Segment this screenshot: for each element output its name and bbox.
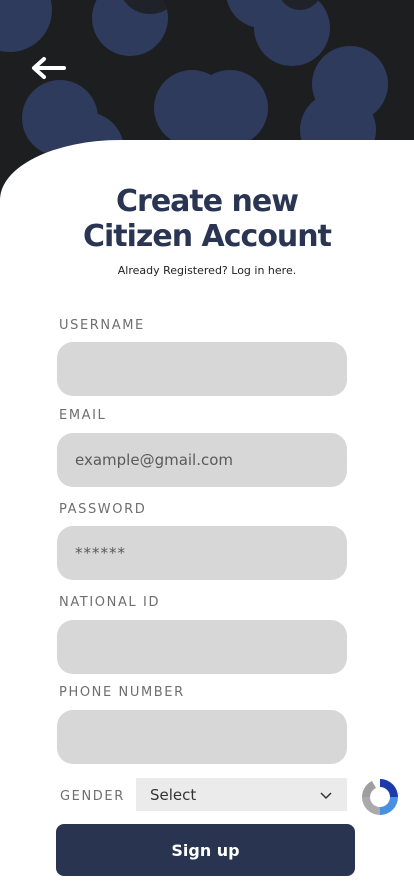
recaptcha-icon[interactable] bbox=[358, 775, 402, 819]
chevron-down-icon bbox=[320, 791, 332, 799]
signup-button[interactable]: Sign up bbox=[56, 824, 355, 876]
password-label: PASSWORD bbox=[59, 502, 147, 517]
phone-number-input[interactable] bbox=[57, 710, 347, 764]
username-input[interactable] bbox=[57, 342, 347, 396]
page-title: Create new Citizen Account bbox=[0, 184, 414, 254]
national-id-label: NATIONAL ID bbox=[59, 595, 161, 610]
login-link[interactable]: Already Registered? Log in here. bbox=[0, 264, 414, 277]
gender-label: GENDER bbox=[60, 789, 125, 804]
title-line-2: Citizen Account bbox=[83, 219, 332, 254]
back-arrow-icon[interactable] bbox=[28, 54, 68, 82]
gender-select[interactable]: Select bbox=[136, 778, 347, 811]
username-label: USERNAME bbox=[59, 318, 145, 333]
email-input[interactable] bbox=[57, 433, 347, 487]
phone-number-label: PHONE NUMBER bbox=[59, 685, 185, 700]
email-label: EMAIL bbox=[59, 408, 107, 423]
title-line-1: Create new bbox=[116, 184, 299, 219]
gender-selected-value: Select bbox=[150, 785, 197, 804]
national-id-input[interactable] bbox=[57, 620, 347, 674]
password-input[interactable] bbox=[57, 526, 347, 580]
